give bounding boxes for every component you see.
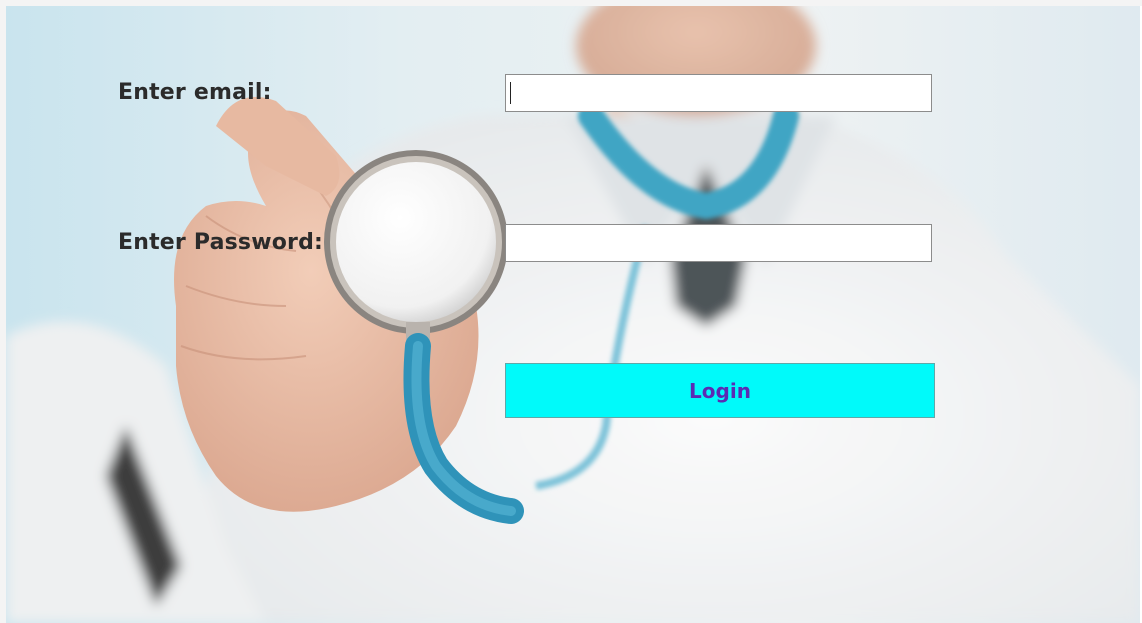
text-cursor (510, 82, 511, 104)
email-label: Enter email: (118, 80, 272, 105)
password-label: Enter Password: (118, 230, 324, 255)
login-button[interactable]: Login (505, 363, 935, 418)
password-field[interactable] (505, 224, 932, 262)
window-left-edge (0, 0, 6, 623)
email-field[interactable] (505, 74, 932, 112)
window-top-edge (0, 0, 1142, 6)
login-window: Enter email: Enter Password: Login (0, 0, 1142, 623)
